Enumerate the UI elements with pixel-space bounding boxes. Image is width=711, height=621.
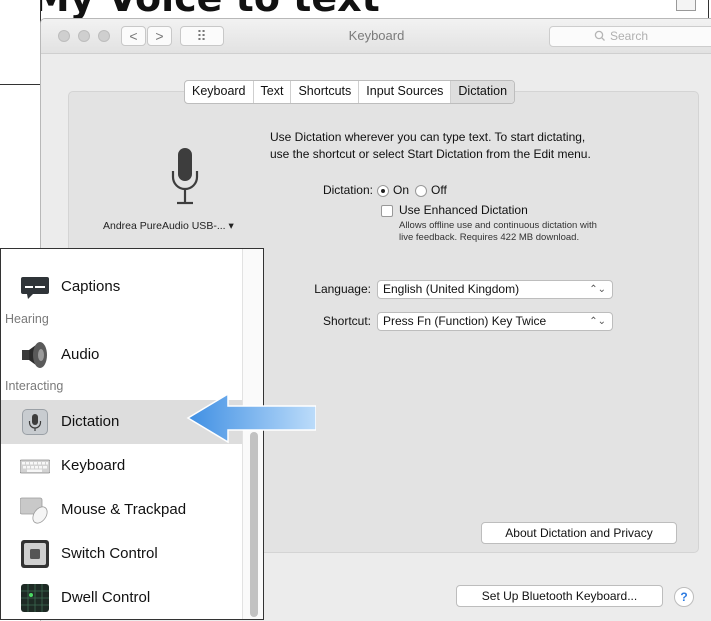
tab-keyboard[interactable]: Keyboard bbox=[185, 81, 254, 103]
page-heading: s My Voice to text bbox=[0, 0, 380, 20]
sidebar-item-label: Captions bbox=[61, 278, 121, 295]
select-arrows-icon: ⌃⌄ bbox=[589, 284, 606, 295]
tab-input-sources[interactable]: Input Sources bbox=[359, 81, 452, 103]
enhanced-dictation-checkbox[interactable] bbox=[381, 205, 393, 217]
dwell-control-icon bbox=[21, 584, 49, 612]
section-header-interacting: Interacting bbox=[5, 379, 64, 393]
page-stub bbox=[676, 0, 696, 11]
sidebar-item-label: Switch Control bbox=[61, 545, 158, 562]
chevron-down-icon: ▾ bbox=[228, 220, 234, 232]
intro-line-2: use the shortcut or select Start Dictati… bbox=[270, 147, 591, 161]
shortcut-value: Press Fn (Function) Key Twice bbox=[383, 314, 547, 328]
sidebar-item-label: Dictation bbox=[61, 413, 120, 430]
dictation-off-radio[interactable] bbox=[415, 185, 427, 197]
section-header-hearing: Hearing bbox=[5, 312, 49, 326]
heading-frame bbox=[0, 0, 41, 85]
scrollbar-thumb[interactable] bbox=[250, 432, 258, 617]
shortcut-label: Shortcut: bbox=[322, 314, 371, 328]
switch-control-icon bbox=[21, 540, 49, 568]
intro-line-1: Use Dictation wherever you can type text… bbox=[270, 130, 586, 144]
mouse-icon bbox=[20, 497, 48, 524]
captions-icon bbox=[21, 277, 49, 299]
dictation-off-label: Off bbox=[431, 183, 447, 197]
sidebar-item-switch-control[interactable]: Switch Control bbox=[1, 532, 242, 576]
enhanced-note-line-1: Allows offline use and continuous dictat… bbox=[399, 220, 597, 231]
pointer-arrow-icon bbox=[186, 392, 316, 444]
sidebar-item-label: Mouse & Trackpad bbox=[61, 501, 187, 518]
radio-selected-dot bbox=[381, 189, 385, 193]
language-select[interactable]: English (United Kingdom) ⌃⌄ bbox=[377, 280, 613, 299]
search-field[interactable]: Search bbox=[549, 26, 711, 47]
title-bar: < > ⠿ Keyboard Search bbox=[41, 19, 711, 54]
search-placeholder: Search bbox=[610, 29, 649, 43]
enhanced-dictation-label: Use Enhanced Dictation bbox=[399, 203, 528, 217]
tab-shortcuts[interactable]: Shortcuts bbox=[291, 81, 360, 103]
about-dictation-privacy-button[interactable]: About Dictation and Privacy bbox=[481, 522, 677, 544]
select-arrows-icon: ⌃⌄ bbox=[589, 316, 606, 327]
shortcut-select[interactable]: Press Fn (Function) Key Twice ⌃⌄ bbox=[377, 312, 613, 331]
sidebar-item-dwell-control[interactable]: Dwell Control bbox=[1, 576, 242, 619]
dictation-on-radio[interactable] bbox=[377, 185, 389, 197]
enhanced-dictation-note: Allows offline use and continuous dictat… bbox=[399, 220, 597, 244]
language-label: Language: bbox=[314, 282, 371, 296]
language-value: English (United Kingdom) bbox=[383, 282, 520, 296]
enhanced-note-line-2: live feedback. Requires 422 MB download. bbox=[399, 232, 580, 243]
dictation-intro: Use Dictation wherever you can type text… bbox=[270, 129, 591, 163]
help-button[interactable]: ? bbox=[674, 587, 694, 607]
sidebar-item-captions[interactable]: Captions bbox=[1, 265, 242, 309]
tab-text[interactable]: Text bbox=[254, 81, 292, 103]
dictation-on-label: On bbox=[393, 183, 410, 197]
sidebar-item-label: Dwell Control bbox=[61, 589, 151, 606]
keyboard-icon bbox=[20, 459, 50, 474]
sidebar-item-label: Keyboard bbox=[61, 457, 126, 474]
sidebar-item-mouse-trackpad[interactable]: Mouse & Trackpad bbox=[1, 488, 242, 532]
speaker-icon bbox=[22, 342, 47, 368]
sidebar-item-label: Audio bbox=[61, 346, 100, 363]
microphone-source-label: Andrea PureAudio USB-... bbox=[103, 220, 226, 232]
preferences-tabs: Keyboard Text Shortcuts Input Sources Di… bbox=[184, 80, 516, 104]
dictation-label: Dictation: bbox=[322, 183, 373, 197]
tab-dictation[interactable]: Dictation bbox=[451, 81, 515, 103]
search-icon bbox=[594, 30, 605, 41]
microphone-source-popup[interactable]: Andrea PureAudio USB-... ▾ bbox=[103, 220, 234, 232]
microphone-icon bbox=[22, 409, 48, 435]
sidebar-item-keyboard[interactable]: Keyboard bbox=[1, 444, 242, 488]
sidebar-item-audio[interactable]: Audio bbox=[1, 333, 242, 377]
microphone-icon bbox=[171, 148, 199, 205]
set-up-bluetooth-keyboard-button[interactable]: Set Up Bluetooth Keyboard... bbox=[456, 585, 663, 607]
